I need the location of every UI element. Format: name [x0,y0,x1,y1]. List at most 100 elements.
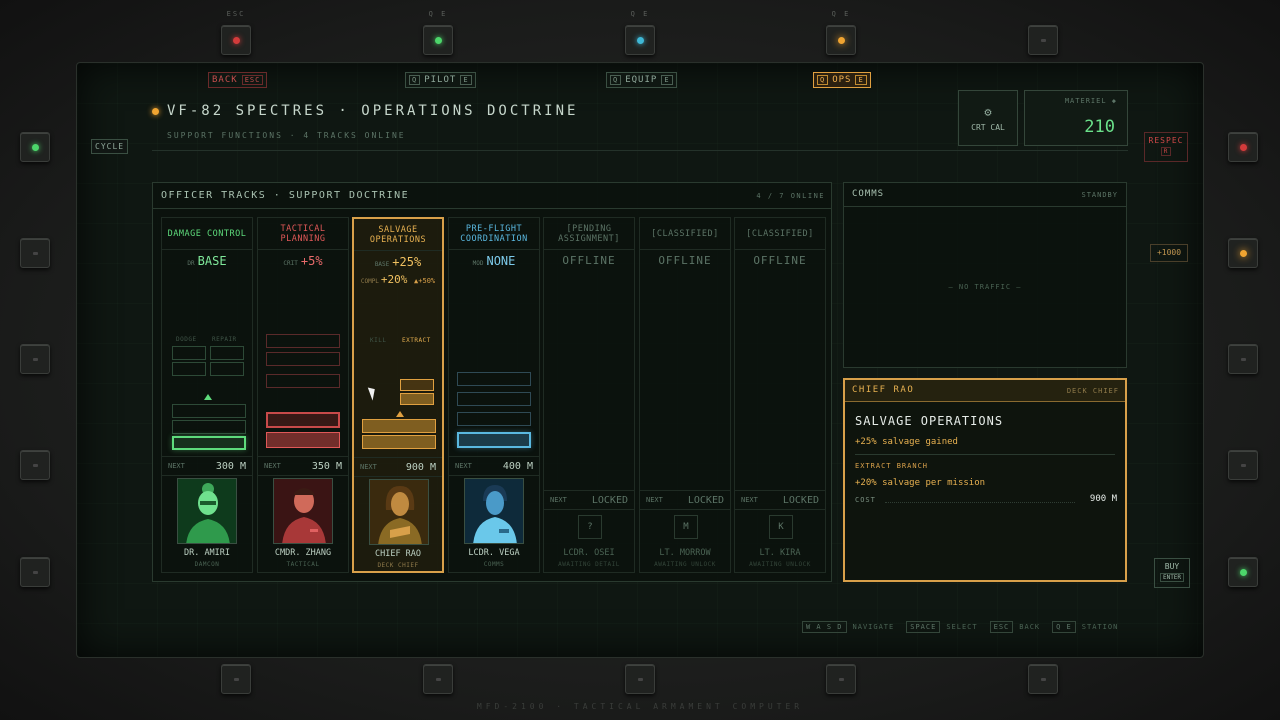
green-led-icon [31,143,39,151]
tab-equip-key-right: E [661,75,673,85]
skill-node[interactable] [457,412,531,426]
bezel-button-left-5[interactable] [20,557,50,587]
officer-name: LCDR. VEGA [468,548,520,558]
track-stat-value: BASE [197,254,227,268]
track-stat-secondary: COMPL +20% ▲+50% [354,273,442,286]
crt-cal-button[interactable]: ⚙ CRT CAL [958,90,1018,146]
respec-key: R [1160,147,1172,156]
skill-node[interactable] [457,392,531,406]
tab-pilot[interactable]: Q PILOT E [405,72,476,88]
branch-label-right: REPAIR [212,336,237,343]
bezel-button-right-5[interactable] [1228,557,1258,587]
officer-portrait[interactable] [464,478,524,544]
skill-node[interactable] [172,362,206,376]
officer-portrait-icon [370,480,428,544]
skill-node[interactable] [172,346,206,360]
tab-ops-label: OPS [832,75,852,85]
bezel-button-right-3[interactable] [1228,344,1258,374]
dim-led-icon [1040,38,1046,42]
top-key-label-equip: Q E [630,10,650,18]
bezel-button-equip[interactable] [625,25,655,55]
respec-button[interactable]: RESPEC R [1144,132,1188,162]
plus1000-button[interactable]: +1000 [1150,244,1188,262]
bezel-button-left-4[interactable] [20,450,50,480]
skill-node-active[interactable] [362,435,436,449]
skill-node-active[interactable] [400,379,434,391]
officer-role: AWAITING UNLOCK [749,561,811,568]
buy-button[interactable]: BUY ENTER [1154,558,1190,588]
track-stat-mini: MOD [472,260,484,267]
skill-node-active[interactable] [400,393,434,405]
dim-led-icon [435,677,441,681]
officer-portrait[interactable] [369,479,429,545]
track-column-salvage-operations[interactable]: SALVAGE OPERATIONS BASE +25% COMPL +20% ▲+… [352,217,444,573]
bezel-button-left-3[interactable] [20,344,50,374]
tab-pilot-label: PILOT [424,75,457,85]
key-hints: W A S D NAVIGATE SPACE SELECT ESC BACK Q E S… [802,620,1118,634]
tab-back[interactable]: BACK ESC [208,72,268,88]
branch-label-right: EXTRACT [402,337,431,344]
detail-cost-value: 900 M [1089,494,1117,504]
track-next-cost: NEXT LOCKED [640,490,730,510]
bezel-button-back[interactable] [221,25,251,55]
bezel-button-right-1[interactable] [1228,132,1258,162]
skill-node-active[interactable] [172,436,246,450]
bezel-button-bottom-1[interactable] [221,664,251,694]
dim-led-icon [1240,463,1246,467]
hint-key: ESC [989,621,1014,633]
skill-node-active[interactable] [457,432,531,448]
skill-node[interactable] [266,374,340,388]
dim-led-icon [838,677,844,681]
skill-node-active[interactable] [266,432,340,448]
skill-node[interactable] [266,352,340,366]
track-column-pre-flight-coordination[interactable]: PRE-FLIGHT COORDINATION MOD NONE NEXT 400 … [448,217,540,573]
track-column-tactical-planning[interactable]: TACTICAL PLANNING CRIT +5% NEXT 350 M CMDR… [257,217,349,573]
up-arrow-icon [204,394,212,400]
track-column-pending[interactable]: [PENDING ASSIGNMENT] OFFLINE NEXT LOCKED … [543,217,635,573]
tab-equip[interactable]: Q EQUIP E [606,72,677,88]
bezel-button-bottom-5[interactable] [1028,664,1058,694]
skill-node-active[interactable] [266,412,340,428]
officer-portrait[interactable] [177,478,237,544]
top-key-label-ops: Q E [831,10,851,18]
skill-node[interactable] [172,404,246,418]
officer-role: COMMS [483,561,505,568]
skill-node[interactable] [457,372,531,386]
track-column-classified-1[interactable]: [CLASSIFIED] OFFLINE NEXT LOCKED M LT. MO… [639,217,731,573]
skill-node[interactable] [266,334,340,348]
dim-led-icon [637,677,643,681]
officer-name: LT. KIRA [759,548,801,558]
bezel-button-right-2[interactable] [1228,238,1258,268]
device-brand: MFD-2100 · TACTICAL ARMAMENT COMPUTER [476,702,804,711]
track-column-damage-control[interactable]: DAMAGE CONTROL DR BASE DODGE REPAIR NEXT 3… [161,217,253,573]
bezel-button-left-2[interactable] [20,238,50,268]
skill-node[interactable] [210,346,244,360]
tab-ops[interactable]: Q OPS E [813,72,871,88]
bezel-button-left-1[interactable] [20,132,50,162]
skill-node-active[interactable] [362,419,436,433]
bezel-button-bottom-2[interactable] [423,664,453,694]
tab-pilot-key-left: Q [409,75,421,85]
bezel-button-pilot[interactable] [423,25,453,55]
up-arrow-icon [396,411,404,417]
bezel-button-bottom-4[interactable] [826,664,856,694]
bezel-button-bottom-3[interactable] [625,664,655,694]
officer-portrait[interactable] [273,478,333,544]
track-head: DAMAGE CONTROL [162,218,252,250]
next-cost: 400 M [502,460,533,472]
track-column-classified-2[interactable]: [CLASSIFIED] OFFLINE NEXT LOCKED K LT. KI… [734,217,826,573]
bezel-button-ops[interactable] [826,25,856,55]
track-next-cost: NEXT LOCKED [544,490,634,510]
dim-led-icon [32,463,38,467]
bezel-button-top-5[interactable] [1028,25,1058,55]
track-next-cost: NEXT LOCKED [735,490,825,510]
track-status: OFFLINE [658,254,712,267]
bezel-button-right-4[interactable] [1228,450,1258,480]
gear-icon: ⚙ [984,104,992,119]
officer-portrait-icon [465,479,523,543]
skill-node[interactable] [210,362,244,376]
cycle-button[interactable]: CYCLE [91,139,129,154]
skill-node[interactable] [172,420,246,434]
track-stat-value: +25% [392,255,422,269]
green-led-icon [434,36,442,44]
